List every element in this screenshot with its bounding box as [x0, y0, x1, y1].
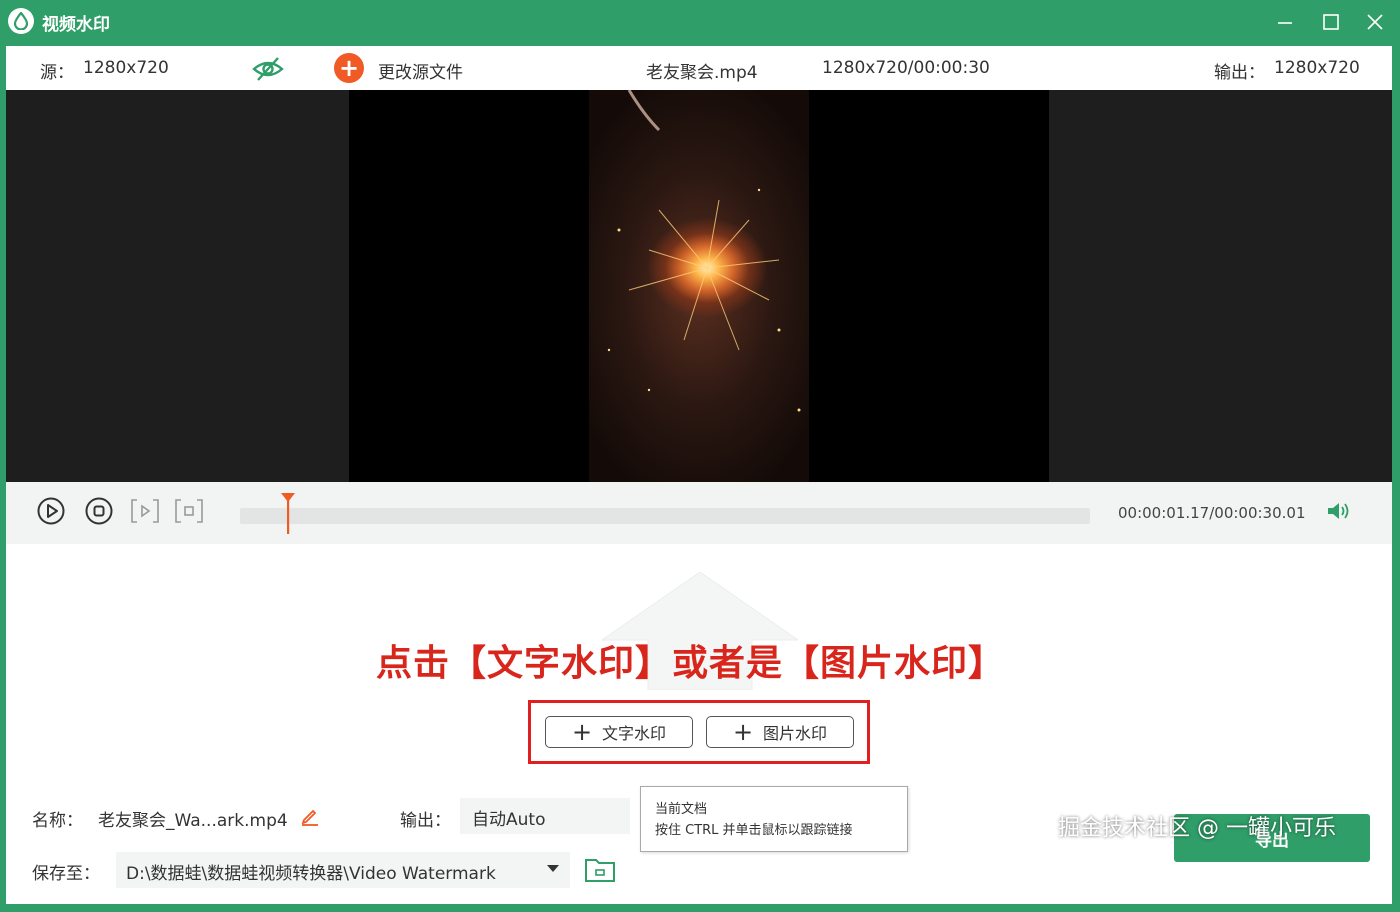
play-button[interactable] — [36, 496, 66, 530]
source-label: 源： — [40, 63, 74, 83]
plus-icon: + — [571, 718, 593, 746]
tooltip-line-2: 按住 CTRL 并单击鼠标以跟踪链接 — [655, 823, 853, 838]
playhead-icon — [280, 493, 295, 534]
speaker-icon — [1328, 503, 1349, 519]
play-icon — [37, 497, 65, 525]
main-content: 源： 1280x720 + 更改源文件 老友聚会.mp4 1280x720/00… — [6, 46, 1392, 904]
eye-slash-icon — [252, 57, 284, 81]
source-file-info: 1280x720/00:00:30 — [822, 58, 990, 78]
close-icon — [1367, 14, 1383, 30]
timeline-track[interactable] — [240, 508, 1090, 524]
image-watermark-label: 图片水印 — [763, 724, 828, 743]
output-label: 输出： — [1214, 63, 1265, 83]
next-frame-icon — [131, 499, 159, 523]
stop-button[interactable] — [84, 496, 114, 530]
video-frame — [589, 90, 809, 482]
add-image-watermark-button[interactable]: + 图片水印 — [706, 716, 854, 748]
playback-bar: 00:00:01.17/00:00:30.01 — [6, 482, 1392, 544]
output-format-select[interactable]: 自动Auto — [460, 798, 630, 834]
save-path-field[interactable]: D:\数据蛙\数据蛙视频转换器\Video Watermark — [116, 852, 570, 888]
source-filename: 老友聚会.mp4 — [646, 63, 758, 83]
preview-toggle-button[interactable] — [252, 56, 284, 87]
volume-button[interactable] — [1326, 500, 1352, 526]
rename-button[interactable] — [300, 806, 320, 830]
video-preview[interactable] — [6, 90, 1392, 482]
crop-frame-button[interactable] — [174, 496, 204, 530]
playhead-handle[interactable] — [280, 492, 296, 534]
maximize-button[interactable] — [1314, 6, 1348, 38]
link-tooltip: 当前文档 按住 CTRL 并单击鼠标以跟踪链接 — [640, 786, 908, 852]
tooltip-line-1: 当前文档 — [655, 802, 708, 817]
open-folder-button[interactable] — [584, 856, 616, 888]
time-display: 00:00:01.17/00:00:30.01 — [1118, 504, 1306, 522]
save-path-value: D:\数据蛙\数据蛙视频转换器\Video Watermark — [126, 864, 496, 884]
source-credit: 掘金技术社区 @ 一罐小可乐 — [1058, 816, 1336, 841]
next-frame-button[interactable] — [130, 496, 160, 530]
title-bar: 视频水印 — [0, 0, 1400, 46]
save-to-label: 保存至： — [32, 864, 100, 884]
app-title: 视频水印 — [42, 15, 110, 35]
app-logo-icon — [8, 8, 34, 34]
source-resolution: 1280x720 — [83, 58, 169, 78]
output-format-label: 输出： — [400, 811, 451, 831]
name-label: 名称： — [32, 811, 83, 831]
output-filename: 老友聚会_Wa...ark.mp4 — [98, 811, 288, 831]
text-watermark-label: 文字水印 — [602, 724, 667, 743]
instruction-annotation: 点击【文字水印】或者是【图片水印】 — [376, 643, 1006, 684]
change-source-label[interactable]: 更改源文件 — [378, 58, 463, 83]
caret-down-icon — [547, 865, 559, 872]
frame-stop-icon — [175, 499, 203, 523]
stop-icon — [85, 497, 113, 525]
folder-icon — [585, 859, 615, 882]
info-bar: 源： 1280x720 + 更改源文件 老友聚会.mp4 1280x720/00… — [6, 46, 1392, 90]
plus-icon: + — [732, 718, 754, 746]
minimize-button[interactable] — [1268, 6, 1302, 38]
maximize-icon — [1323, 14, 1339, 30]
path-dropdown-button[interactable] — [546, 860, 560, 880]
add-text-watermark-button[interactable]: + 文字水印 — [545, 716, 693, 748]
sparks-graphic — [607, 90, 801, 412]
minimize-icon — [1278, 22, 1292, 24]
pencil-icon — [301, 809, 318, 826]
plus-icon: + — [338, 54, 360, 82]
output-resolution: 1280x720 — [1274, 58, 1360, 78]
change-source-button[interactable]: + — [334, 53, 364, 83]
close-button[interactable] — [1358, 6, 1392, 38]
